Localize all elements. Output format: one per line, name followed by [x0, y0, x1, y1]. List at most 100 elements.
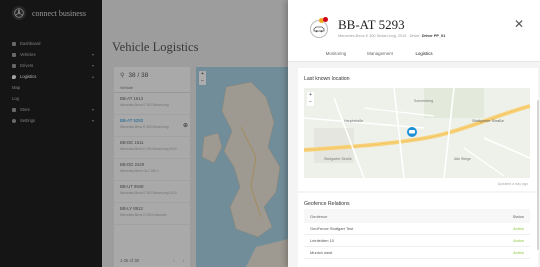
detail-body: Last known location Stuttgarter Straße H… — [288, 62, 540, 267]
sidebar-item-drivers[interactable]: Drivers ▾ — [0, 60, 102, 71]
filter-icon[interactable]: ⚲ — [120, 72, 124, 79]
geofence-card: Geofence Relations Geofence Status GeoFe… — [298, 193, 538, 267]
next-page-icon[interactable]: › — [183, 258, 184, 263]
vehicle-plate: BB-UT 9948 — [120, 184, 144, 189]
vehicle-row[interactable]: BB-LY 8913 Mercedes-Benz E 200 Limousine — [114, 203, 190, 225]
page-title: Vehicle Logistics — [112, 40, 199, 54]
status-badge: Active — [513, 226, 524, 231]
last-location-card: Last known location Stuttgarter Straße H… — [298, 68, 538, 191]
card-title: Last known location — [304, 76, 350, 82]
dashboard-icon — [12, 41, 16, 46]
zoom-out-button[interactable]: − — [307, 99, 314, 106]
table-row[interactable]: Munich west Active — [304, 247, 530, 259]
location-icon — [12, 74, 16, 79]
locate-icon[interactable]: ⊕ — [183, 122, 188, 129]
tab-management[interactable]: Management — [358, 44, 402, 62]
card-title: Geofence Relations — [304, 201, 350, 207]
sidebar-item-dashboard[interactable]: Dashboard — [0, 38, 102, 49]
sidebar-item-vehicles[interactable]: Vehicles ▾ — [0, 49, 102, 60]
vehicle-plate: BB-DD 2429 — [120, 162, 145, 167]
vehicle-list-header: ⚲ 38 / 38 — [114, 67, 190, 83]
street-label: Stuttgarter Straße — [324, 157, 352, 161]
vehicle-plate: BB-AT 1613 — [120, 96, 144, 101]
table-row[interactable]: Leinfelden 10 Active — [304, 235, 530, 247]
vehicle-row[interactable]: BB-AT 1613 Mercedes-Benz E 300 Sedan lon… — [114, 93, 190, 115]
brand-name: connect business — [32, 8, 86, 18]
sidebar-item-store[interactable]: Store ▾ — [0, 104, 102, 115]
table-row[interactable]: GeoFence Stuttgart Test Active — [304, 223, 530, 235]
zoom-in-button[interactable]: + — [307, 92, 314, 99]
vehicle-count: 38 / 38 — [128, 71, 149, 79]
vehicle-plate-title: BB-AT 5293 — [338, 17, 405, 32]
sidebar-subitem-log[interactable]: Log — [0, 93, 102, 104]
vehicle-plate: BB-DE 1611 — [120, 140, 144, 145]
chevron-down-icon: ▾ — [91, 107, 94, 112]
location-map[interactable]: Stuttgarter Straße Hauptstraße Stuttgart… — [304, 88, 530, 178]
car-icon — [313, 26, 325, 33]
scrollbar[interactable] — [537, 100, 539, 250]
vehicle-desc: Mercedes-Benz E 200 Limousine — [120, 213, 167, 217]
sidebar-item-label: Settings — [20, 118, 36, 123]
chevron-up-icon: ▴ — [91, 74, 94, 79]
geofence-name: Munich west — [310, 250, 333, 255]
status-badge: Active — [513, 250, 524, 255]
table-header: Geofence Status — [304, 209, 530, 223]
vehicle-desc: Mercedes-Benz E 300 Sedan long 2019 — [120, 191, 177, 195]
detail-header: BB-AT 5293 Mercedes-Benz E 300 Sedan lon… — [288, 0, 540, 44]
sidebar-item-settings[interactable]: Settings ▾ — [0, 115, 102, 126]
gear-icon — [12, 118, 16, 123]
zoom-out-button[interactable]: − — [199, 78, 206, 85]
chevron-down-icon: ▾ — [91, 52, 94, 57]
vehicle-plate: BB-LY 8913 — [120, 206, 143, 211]
vehicle-model: Mercedes-Benz E 300 Sedan long, 2019 — [338, 34, 407, 38]
person-icon — [12, 63, 16, 68]
vehicle-list-panel: ⚲ 38 / 38 Vehicle BB-AT 1613 Mercedes-Be… — [114, 67, 190, 267]
vehicle-row[interactable]: BB-DD 2429 Mercedes-Benz GLC 250 4 — [114, 159, 190, 181]
vehicle-row[interactable]: BB-UT 9948 Mercedes-Benz E 300 Sedan lon… — [114, 181, 190, 203]
vehicle-desc: Mercedes-Benz E 200 Sedan long 2019 — [120, 147, 177, 151]
close-icon[interactable]: ✕ — [514, 18, 524, 30]
sidebar-subitem-map[interactable]: Map — [0, 82, 102, 93]
geofence-name: GeoFence Stuttgart Test — [310, 226, 354, 231]
zoom-in-button[interactable]: + — [199, 71, 206, 78]
vehicle-detail-panel: BB-AT 5293 Mercedes-Benz E 300 Sedan lon… — [288, 0, 540, 267]
main-content: Vehicle Logistics ⚲ 38 / 38 Vehicle BB-A… — [102, 0, 288, 267]
cart-icon — [12, 107, 16, 112]
vehicle-desc: Mercedes-Benz E 300 Sedan long — [120, 125, 169, 129]
alert-badge — [323, 17, 328, 22]
zoom-control: + − — [199, 71, 206, 85]
sidebar: connect business Dashboard Vehicles ▾ Dri… — [0, 0, 102, 267]
driver-label: Driver: — [409, 34, 421, 38]
street-label: Alte Steige — [454, 157, 471, 161]
column-header-geofence[interactable]: Geofence — [310, 214, 327, 219]
sidebar-item-logistics[interactable]: Logistics ▴ — [0, 71, 102, 82]
vehicle-avatar — [310, 20, 328, 38]
vehicle-row[interactable]: BB-DE 1611 Mercedes-Benz E 200 Sedan lon… — [114, 137, 190, 159]
pagination: 1-25 of 38 ‹ › — [114, 253, 190, 267]
tab-logistics[interactable]: Logistics — [402, 44, 446, 63]
detail-tabs: Monitoring Management Logistics — [288, 44, 540, 63]
map-graphic — [196, 67, 288, 267]
geofence-name: Leinfelden 10 — [310, 238, 335, 243]
vehicle-plate: BB-AT 5293 — [120, 118, 144, 123]
street-label: Hauptstraße — [344, 119, 363, 123]
sidebar-item-label: Log — [12, 96, 19, 101]
vehicle-subtitle: Mercedes-Benz E 300 Sedan long, 2019 Dri… — [338, 34, 445, 38]
vehicle-row-selected[interactable]: BB-AT 5293 Mercedes-Benz E 300 Sedan lon… — [114, 115, 190, 137]
tab-monitoring[interactable]: Monitoring — [314, 44, 358, 62]
mercedes-logo-icon — [12, 6, 26, 20]
driver-name[interactable]: Driver PP_01 — [422, 34, 445, 38]
vehicle-desc: Mercedes-Benz E 300 Sedan long — [120, 103, 169, 107]
column-header-status[interactable]: Status — [513, 214, 524, 219]
overview-map[interactable]: + − — [196, 67, 288, 267]
chevron-down-icon: ▾ — [91, 118, 94, 123]
street-map-graphic: Stuttgarter Straße Hauptstraße Stuttgart… — [304, 88, 530, 178]
updated-timestamp: Updated a day ago — [497, 182, 528, 186]
location-zoom-control: + − — [307, 92, 314, 106]
car-icon — [12, 52, 16, 57]
street-label: Stuttgarter Straße — [472, 118, 505, 123]
sidebar-logo[interactable]: connect business — [0, 0, 102, 26]
prev-page-icon[interactable]: ‹ — [173, 258, 174, 263]
column-header-vehicle[interactable]: Vehicle — [114, 83, 190, 93]
sidebar-item-label: Drivers — [20, 63, 34, 68]
